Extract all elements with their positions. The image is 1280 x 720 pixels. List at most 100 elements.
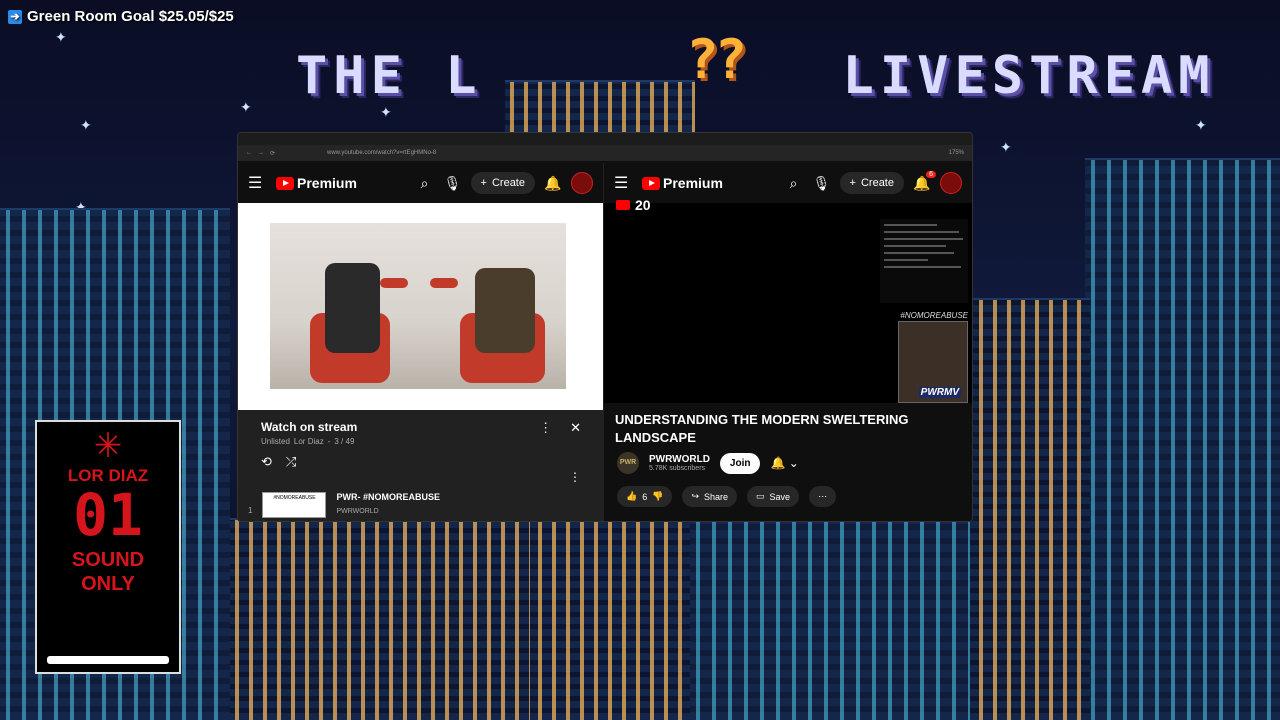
share-icon: ↪ (691, 491, 699, 501)
notification-count: 6 (926, 170, 936, 178)
url-text[interactable]: www.youtube.com/watch?v=rtEgHMNo-8 (327, 150, 436, 156)
video-actions: 👍 6 👎 ↪ Share ▭ Save ⋯ (617, 486, 837, 507)
avatar[interactable] (571, 172, 593, 194)
channel-name[interactable]: PWRWORLD (649, 454, 710, 465)
share-label: Share (704, 491, 729, 502)
thumbs-up-icon: 👍 (626, 491, 638, 501)
create-button[interactable]: + Create (470, 172, 535, 194)
reload-icon[interactable]: ⟳ (270, 150, 275, 157)
like-button[interactable]: 👍 6 👎 (617, 486, 673, 507)
chat-overlay (880, 219, 968, 303)
share-button[interactable]: ↪ Share (682, 486, 738, 507)
youtube-play-icon (642, 176, 660, 190)
youtube-premium-logo[interactable]: Premium (642, 175, 723, 191)
more-horiz-icon: ⋯ (818, 491, 828, 501)
playlist-item-thumbnail[interactable]: #NOMOREABUSE (262, 492, 327, 518)
building (1085, 158, 1280, 720)
star-icon: ✦ (240, 99, 252, 115)
sound-only-card: ✳ LOR DIAZ 01 SOUND ONLY (35, 420, 181, 674)
person-left (325, 263, 380, 353)
video-player[interactable] (238, 203, 603, 410)
zoom-level[interactable]: 175% (949, 150, 964, 156)
subscriber-count: 5.78K subscribers (649, 465, 706, 472)
red-prop (380, 278, 408, 288)
viewer-count: 20 (635, 197, 651, 213)
playlist-more-icon[interactable]: ⋮ (569, 470, 581, 484)
video-player[interactable]: 20 #NOMOREABUSE PWRMV (604, 197, 972, 403)
star-icon: ✦ (380, 104, 392, 120)
youtube-premium-logo[interactable]: Premium (276, 175, 357, 191)
building (230, 518, 530, 720)
back-icon[interactable]: ← (246, 150, 252, 156)
save-label: Save (769, 491, 791, 502)
card-sound-label: SOUND (71, 549, 145, 571)
playlist-item-channel[interactable]: PWRWORLD (336, 508, 440, 515)
playlist-owner[interactable]: Lor Diaz (294, 437, 324, 446)
playlist-meta: Unlisted Lor Diaz - 3 / 49 (261, 437, 355, 446)
close-icon[interactable]: ✕ (570, 420, 581, 436)
banner-badge: ?? (686, 28, 747, 91)
unlisted-label: Unlisted (261, 437, 290, 446)
search-icon[interactable]: ⌕ (415, 175, 435, 192)
create-button[interactable]: + Create (839, 172, 904, 194)
create-label: Create (860, 177, 894, 189)
create-label: Create (491, 177, 525, 189)
playlist-position: 3 / 49 (334, 437, 355, 446)
menu-icon[interactable]: ☰ (614, 173, 634, 193)
youtube-play-icon (616, 200, 630, 210)
join-button[interactable]: Join (719, 452, 761, 474)
playlist-controls: ⟲ ⤮ (261, 454, 603, 470)
avatar[interactable] (940, 172, 962, 194)
cannabis-leaf-icon: ✳ (93, 427, 123, 465)
star-icon: ✦ (80, 117, 92, 133)
person-right (475, 268, 535, 353)
subscribe-bell-icon[interactable]: 🔔 ⌄ (770, 456, 798, 470)
video-title: UNDERSTANDING THE MODERN SWELTERING LAND… (615, 412, 909, 445)
browser-window: ← → ⟳ www.youtube.com/watch?v=rtEgHMNo-8… (237, 132, 973, 522)
youtube-header: ☰ Premium ⌕ 🎙 + Create 🔔 6 (604, 163, 972, 203)
right-youtube-pane: ☰ Premium ⌕ 🎙 + Create 🔔 6 20 #NOMOREABU… (604, 163, 972, 521)
video-frame (270, 223, 566, 389)
loop-icon[interactable]: ⟲ (261, 454, 272, 470)
microphone-icon[interactable]: 🎙 (443, 175, 463, 192)
save-button[interactable]: ▭ Save (747, 486, 800, 507)
save-icon: ▭ (756, 491, 765, 501)
star-icon: ✦ (55, 29, 67, 45)
menu-icon[interactable]: ☰ (248, 173, 268, 193)
like-count: 6 (642, 491, 648, 502)
playlist-item[interactable]: 1 #NOMOREABUSE PWR- #NOMOREABUSE PWRWORL… (248, 492, 440, 518)
more-actions-button[interactable]: ⋯ (809, 486, 837, 507)
more-vert-icon[interactable]: ⋮ (539, 420, 552, 436)
browser-tab-bar[interactable] (238, 133, 972, 145)
building (960, 298, 1090, 720)
viewer-count-badge: 20 (616, 197, 651, 213)
forward-icon[interactable]: → (258, 150, 264, 156)
arrow-right-icon: ➔ (8, 9, 22, 24)
shuffle-icon[interactable]: ⤮ (286, 454, 296, 470)
star-icon: ✦ (1000, 139, 1012, 155)
brand-label: Premium (297, 175, 357, 191)
card-number: 01 (73, 481, 143, 549)
plus-icon: + (480, 177, 487, 189)
youtube-header: ☰ Premium ⌕ 🎙 + Create 🔔 (238, 163, 603, 203)
address-bar[interactable]: ← → ⟳ www.youtube.com/watch?v=rtEgHMNo-8… (238, 145, 972, 161)
thumbs-down-icon[interactable]: 👎 (652, 491, 663, 502)
building (690, 518, 970, 720)
bell-icon[interactable]: 🔔 (543, 175, 563, 192)
youtube-play-icon (276, 176, 294, 190)
bell-icon[interactable]: 🔔 6 (912, 170, 936, 192)
banner-left-text: THE L (296, 46, 483, 106)
playlist-item-index: 1 (248, 506, 253, 515)
microphone-icon[interactable]: 🎙 (812, 175, 832, 192)
playlist-item-title[interactable]: PWR- #NOMOREABUSE (336, 492, 440, 502)
green-room-goal: ➔ Green Room Goal $25.05/$25 (8, 8, 234, 25)
plus-icon: + (849, 177, 856, 189)
channel-row: PWR PWRWORLD 5.78K subscribers Join 🔔 ⌄ (617, 452, 799, 474)
channel-avatar[interactable]: PWR (617, 452, 639, 474)
webcam-overlay: PWRMV (898, 321, 968, 403)
search-icon[interactable]: ⌕ (784, 175, 804, 192)
card-only-label: ONLY (81, 573, 135, 595)
cam-hashtag: #NOMOREABUSE (900, 311, 968, 320)
cam-tag: PWRMV (918, 387, 961, 398)
red-prop (430, 278, 458, 288)
